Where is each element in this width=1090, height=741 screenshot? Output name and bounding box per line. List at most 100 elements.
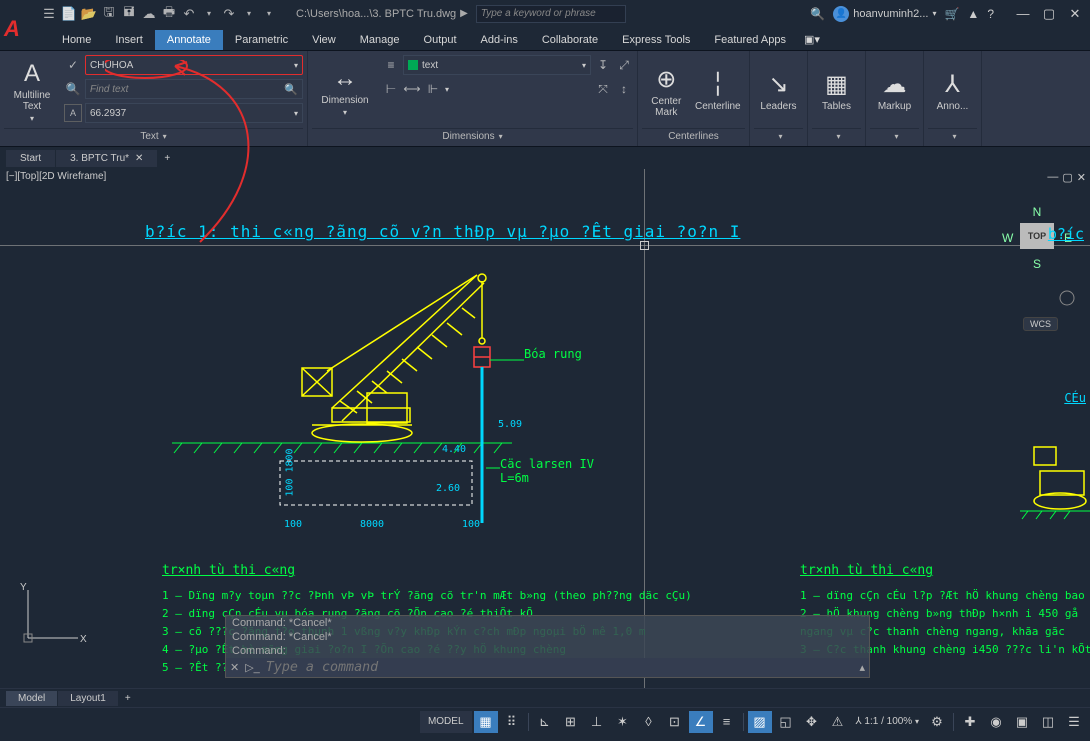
dim-add1-icon[interactable]: ↧ xyxy=(594,56,612,74)
dim-ext2-icon[interactable]: ↕ xyxy=(615,80,633,98)
status-ws-icon[interactable]: ✚ xyxy=(958,711,982,733)
status-snapmode-icon[interactable]: ⠿ xyxy=(500,711,524,733)
qat-web-icon[interactable]: ☁ xyxy=(140,5,158,23)
dim-linear-icon[interactable]: ⊢ xyxy=(382,80,400,98)
dim-layer-icon[interactable]: ≡ xyxy=(382,56,400,74)
leaders-button[interactable]: ↘Leaders xyxy=(754,54,803,128)
status-infer-icon[interactable]: ⊾ xyxy=(533,711,557,733)
qat-plot-icon[interactable]: 🖶 xyxy=(160,5,178,23)
filetab-add-button[interactable]: + xyxy=(158,150,177,167)
wcs-badge[interactable]: WCS xyxy=(1023,317,1058,331)
centermark-button[interactable]: ⊕ Center Mark xyxy=(642,54,691,128)
signed-in-user[interactable]: 👤 hoanvuminh2... ▾ xyxy=(833,6,936,22)
qat-saveas-icon[interactable]: 🖬 xyxy=(120,5,138,23)
viewcube-s[interactable]: S xyxy=(1002,257,1072,271)
dim-continue-icon[interactable]: ⊩ xyxy=(424,80,442,98)
panel-label-dimensions[interactable]: Dimensions▾ xyxy=(312,128,633,146)
tab-annotate[interactable]: Annotate xyxy=(155,30,223,50)
status-otrack-icon[interactable]: ∠ xyxy=(689,711,713,733)
status-3dosnap-icon[interactable]: ✥ xyxy=(800,711,824,733)
autodesk-app-icon[interactable]: ▲ xyxy=(967,7,979,21)
status-isolate-icon[interactable]: ◫ xyxy=(1036,711,1060,733)
qat-save-icon[interactable]: 🖫 xyxy=(100,5,118,23)
multiline-text-button[interactable]: A Multiline Text ▾ xyxy=(4,54,60,128)
qat-redo-drop-icon[interactable]: ▾ xyxy=(240,5,258,23)
tab-featured[interactable]: Featured Apps xyxy=(702,30,798,50)
tab-manage[interactable]: Manage xyxy=(348,30,412,50)
modeltab-layout1[interactable]: Layout1 xyxy=(58,691,119,706)
qat-new-icon[interactable]: 📄 xyxy=(60,5,78,23)
dim-quick-icon[interactable]: ⟷ xyxy=(403,80,421,98)
recent-drop-icon[interactable]: ▶ xyxy=(460,8,468,19)
centerline-button[interactable]: ╎ Centerline xyxy=(691,54,745,128)
dim-ext1-icon[interactable]: ⤧ xyxy=(594,80,612,98)
qat-undo-drop-icon[interactable]: ▾ xyxy=(200,5,218,23)
user-drop-icon[interactable]: ▾ xyxy=(932,9,936,18)
status-transparency-icon[interactable]: ▨ xyxy=(748,711,772,733)
viewcube-n[interactable]: N xyxy=(1002,205,1072,219)
help-search-input[interactable] xyxy=(476,5,626,23)
search-icon[interactable]: 🔍 xyxy=(810,7,825,21)
tab-overflow-icon[interactable]: ▣▾ xyxy=(798,29,826,50)
status-hardware-icon[interactable]: ◉ xyxy=(984,711,1008,733)
find-text-input[interactable]: Find text 🔍 xyxy=(85,79,303,99)
tab-parametric[interactable]: Parametric xyxy=(223,30,300,50)
status-model-button[interactable]: MODEL xyxy=(420,711,472,733)
status-polar-icon[interactable]: ✶ xyxy=(611,711,635,733)
status-cleanscreen-icon[interactable]: ▣ xyxy=(1010,711,1034,733)
text-style-dropdown[interactable]: CHUHOA ▾ xyxy=(85,55,303,75)
help-icon[interactable]: ? xyxy=(987,7,994,21)
minimize-button[interactable]: — xyxy=(1012,6,1034,22)
status-dyn-icon[interactable]: ⊞ xyxy=(559,711,583,733)
qat-undo-icon[interactable]: ↶ xyxy=(180,5,198,23)
qat-redo-icon[interactable]: ↷ xyxy=(220,5,238,23)
command-window[interactable]: Command: *Cancel* Command: *Cancel* Comm… xyxy=(225,615,870,678)
qat-open-icon[interactable]: 📂 xyxy=(80,5,98,23)
status-osnap-icon[interactable]: ⊡ xyxy=(663,711,687,733)
close-button[interactable]: ✕ xyxy=(1064,6,1086,22)
filetab-close-icon[interactable]: ✕ xyxy=(135,153,143,164)
dim-layer-dropdown[interactable]: text ▾ xyxy=(403,55,591,75)
status-scale[interactable]: ⅄ 1:1 / 100% ▾ xyxy=(852,716,924,727)
qat-more-icon[interactable]: ▾ xyxy=(260,5,278,23)
maximize-button[interactable]: ▢ xyxy=(1038,6,1060,22)
spellcheck-icon[interactable]: ✓ xyxy=(64,56,82,74)
dim-add2-icon[interactable]: ⤢ xyxy=(615,56,633,74)
tables-button[interactable]: ▦Tables xyxy=(812,54,861,128)
modeltab-add[interactable]: + xyxy=(119,691,138,706)
tab-insert[interactable]: Insert xyxy=(103,30,155,50)
command-input[interactable] xyxy=(266,660,854,675)
filetab-start[interactable]: Start xyxy=(6,150,56,167)
tab-collaborate[interactable]: Collaborate xyxy=(530,30,610,50)
navbar-pan-icon[interactable] xyxy=(1058,289,1076,307)
status-iso-icon[interactable]: ◊ xyxy=(637,711,661,733)
tab-output[interactable]: Output xyxy=(412,30,469,50)
dimension-button[interactable]: ↔ Dimension ▾ xyxy=(312,54,378,128)
text-height-dropdown[interactable]: 66.2937 ▾ xyxy=(85,103,303,123)
vp-maximize-icon[interactable]: ▢ xyxy=(1062,171,1072,184)
modeltab-model[interactable]: Model xyxy=(6,691,58,706)
status-ortho-icon[interactable]: ⊥ xyxy=(585,711,609,733)
status-grid-icon[interactable]: ▦ xyxy=(474,711,498,733)
cmd-recent-icon[interactable]: ▴ xyxy=(859,661,865,674)
tab-home[interactable]: Home xyxy=(50,30,103,50)
vp-minimize-icon[interactable]: — xyxy=(1047,171,1058,184)
find-icon[interactable]: 🔍 xyxy=(64,80,82,98)
viewport-controls[interactable]: [−][Top][2D Wireframe] xyxy=(6,171,106,182)
status-gear-icon[interactable]: ⚙ xyxy=(925,711,949,733)
viewcube-w[interactable]: W xyxy=(1002,231,1013,245)
tab-express[interactable]: Express Tools xyxy=(610,30,702,50)
cmd-close-icon[interactable]: ✕ xyxy=(230,661,239,674)
tab-view[interactable]: View xyxy=(300,30,348,50)
anno-scaling-button[interactable]: ⅄Anno... xyxy=(928,54,977,128)
status-cycling-icon[interactable]: ◱ xyxy=(774,711,798,733)
panel-label-text[interactable]: Text▾ xyxy=(4,128,303,146)
status-lwt-icon[interactable]: ≡ xyxy=(715,711,739,733)
filetab-drawing[interactable]: 3. BPTC Tru*✕ xyxy=(56,150,158,167)
qat-menu-icon[interactable]: ☰ xyxy=(40,5,58,23)
vp-close-icon[interactable]: ✕ xyxy=(1077,171,1086,184)
cart-icon[interactable]: 🛒 xyxy=(944,7,959,21)
tab-addins[interactable]: Add-ins xyxy=(469,30,530,50)
status-customize-icon[interactable]: ☰ xyxy=(1062,711,1086,733)
markup-button[interactable]: ☁Markup xyxy=(870,54,919,128)
